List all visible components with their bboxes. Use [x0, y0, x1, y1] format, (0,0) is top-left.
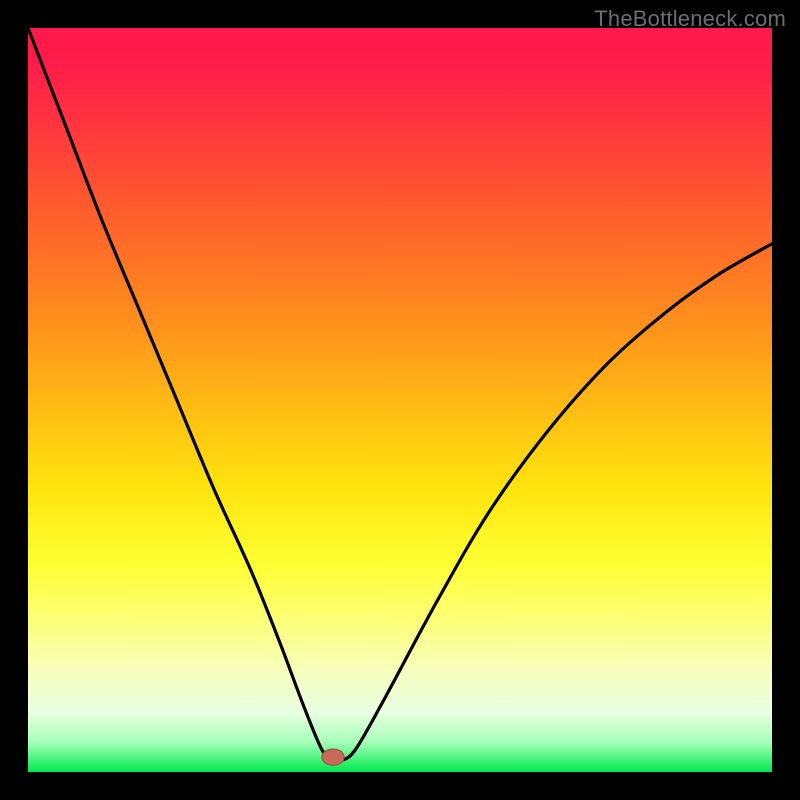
- curve-layer: [28, 28, 772, 772]
- optimal-marker: [322, 749, 344, 765]
- plot-area: [28, 28, 772, 772]
- bottleneck-curve: [28, 28, 772, 762]
- watermark-text: TheBottleneck.com: [594, 6, 786, 32]
- chart-frame: TheBottleneck.com: [0, 0, 800, 800]
